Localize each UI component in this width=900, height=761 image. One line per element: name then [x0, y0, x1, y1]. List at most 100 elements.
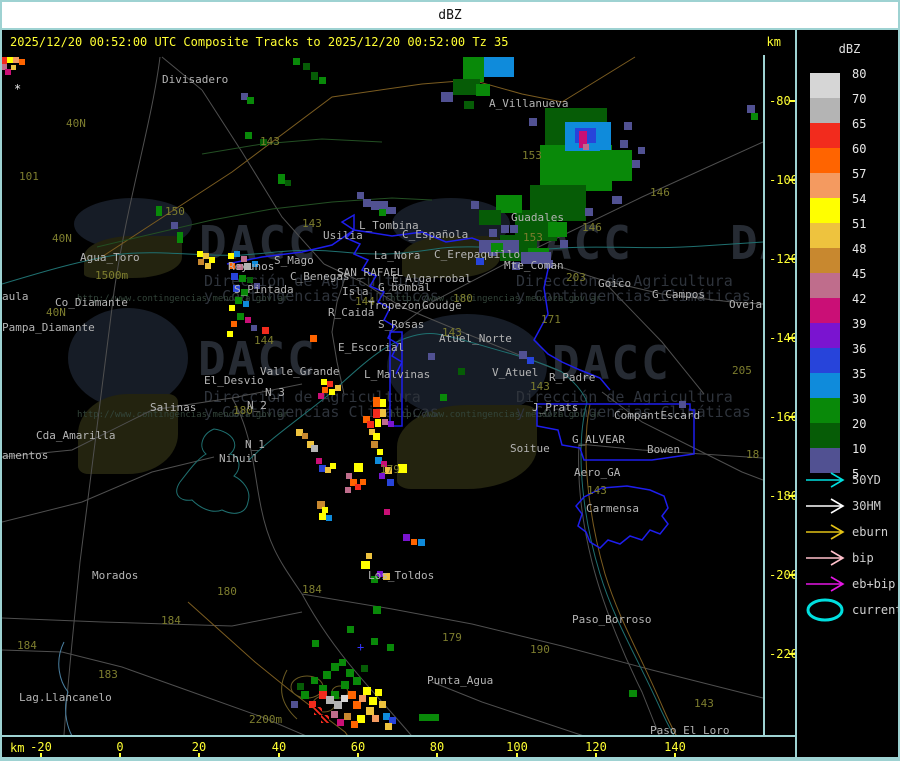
- town-label: Pampa_Diamante: [2, 321, 95, 334]
- echo-cell: [612, 196, 622, 204]
- timestamp-text: 2025/12/20 00:52:00 UTC Composite Tracks…: [10, 35, 509, 49]
- echo-cell: [235, 297, 242, 304]
- town-label: Atuel_Norte: [439, 332, 512, 345]
- legend-symbol-label: eburn: [852, 525, 889, 539]
- scale-tick-label: 54: [852, 192, 867, 206]
- legend-symbol-label: eb+bip: [852, 577, 896, 591]
- echo-cell: [251, 325, 257, 331]
- x-axis-unit-label: km: [10, 741, 25, 755]
- echo-cell: [476, 84, 490, 96]
- echo-cell: [624, 122, 632, 130]
- route-label: 184: [161, 614, 181, 627]
- echo-cell: [227, 331, 233, 337]
- scale-color-block: [810, 323, 840, 348]
- echo-cell: [314, 707, 322, 715]
- map-marker: *: [14, 82, 22, 96]
- town-label: Punta_Agua: [427, 674, 494, 687]
- echo-cell: [310, 335, 317, 342]
- route-label: 179: [442, 631, 462, 644]
- route-label: 150: [165, 205, 185, 218]
- echo-cell: [361, 665, 368, 672]
- echo-cell: [501, 225, 509, 233]
- town-label: G_bombal: [378, 281, 431, 294]
- scale-tick-label: 70: [852, 92, 867, 106]
- scale-color-block: [810, 98, 840, 123]
- scale-tick-label: 80: [852, 67, 867, 81]
- 30HM-arrow-icon: [806, 498, 845, 514]
- town-label: Goudge: [422, 299, 462, 312]
- town-label: amentos: [2, 449, 49, 462]
- town-label: Soitue: [510, 442, 550, 455]
- x-axis-label: 80: [429, 740, 445, 754]
- scale-tick-label: 65: [852, 117, 867, 131]
- echo-cell: [330, 463, 336, 469]
- echo-cell: [334, 701, 342, 709]
- echo-cell: [560, 240, 568, 248]
- route-label: 143: [302, 217, 322, 230]
- town-label: Valle_Grande: [260, 365, 340, 378]
- town-label: Guadales: [511, 211, 564, 224]
- echo-cell: [387, 479, 394, 486]
- legend-panel: dBZ 80 70 65 60 57 54 51 48 45 42 39 36 35 30 20 10 5 50…: [795, 30, 898, 759]
- echo-cell: [341, 681, 349, 689]
- route-label: 143: [694, 697, 714, 710]
- scale-color-block: [810, 173, 840, 198]
- echo-cell: [331, 663, 339, 671]
- x-axis-label: 100: [506, 740, 528, 754]
- scale-tick-label: 30: [852, 392, 867, 406]
- echo-cell: [312, 640, 319, 647]
- scale-color-block: [810, 348, 840, 373]
- echo-cell: [441, 92, 453, 102]
- x-axis-label: 20: [191, 740, 207, 754]
- echo-cell: [291, 701, 298, 708]
- route-label: 144: [254, 334, 274, 347]
- town-label: Lag.Llancanelo: [19, 691, 112, 704]
- echo-cell: [323, 671, 331, 679]
- echo-cell: [629, 690, 637, 697]
- scale-tick-label: 39: [852, 317, 867, 331]
- echo-cell: [479, 210, 501, 225]
- town-label: Paso_Borroso: [572, 613, 652, 626]
- eb+bip-arrow-icon: [806, 576, 845, 592]
- town-label: Agua_Toro: [80, 251, 140, 264]
- echo-cell: [679, 401, 686, 408]
- echo-cell: [231, 273, 238, 280]
- scale-color-block: [810, 373, 840, 398]
- legend-symbol-label: bip: [852, 551, 874, 565]
- x-axis-label: 120: [585, 740, 607, 754]
- echo-cell: [326, 515, 332, 521]
- echo-cell: [243, 301, 249, 307]
- echo-cell: [353, 701, 361, 709]
- echo-cell: [339, 659, 346, 666]
- echo-cell: [359, 695, 366, 702]
- town-label: Cda_Amarilla: [36, 429, 116, 442]
- route-label: 183: [98, 668, 118, 681]
- echo-cell: [375, 419, 381, 427]
- title-bar: dBZ: [2, 2, 898, 30]
- echo-cell: [585, 208, 593, 216]
- echo-cell: [363, 199, 371, 207]
- route-label: 143: [587, 484, 607, 497]
- echo-cell: [316, 458, 322, 464]
- town-label: Mte_Coman: [504, 259, 564, 272]
- echo-cell: [177, 232, 183, 243]
- echo-cell: [171, 222, 178, 229]
- echo-cell: [428, 353, 435, 360]
- route-label: 18: [746, 448, 760, 461]
- route-label: 2200m: [249, 713, 283, 726]
- bottom-border: [2, 757, 898, 759]
- echo-cell: [379, 209, 386, 216]
- echo-cell: [337, 719, 344, 726]
- echo-cell: [366, 707, 374, 715]
- town-label: A_Villanueva: [489, 97, 569, 110]
- x-axis-label: 0: [116, 740, 124, 754]
- echo-cell: [483, 57, 514, 77]
- town-label: Aero_GA: [574, 466, 621, 479]
- echo-cell: [198, 259, 204, 265]
- echo-cell: [321, 715, 329, 723]
- echo-cell: [600, 150, 632, 181]
- echo-cell: [262, 327, 269, 334]
- echo-cell: [418, 539, 425, 546]
- route-label: 146: [650, 186, 670, 199]
- radar-map-canvas[interactable]: DACCDirección de Agricultura y Contingen…: [2, 55, 763, 735]
